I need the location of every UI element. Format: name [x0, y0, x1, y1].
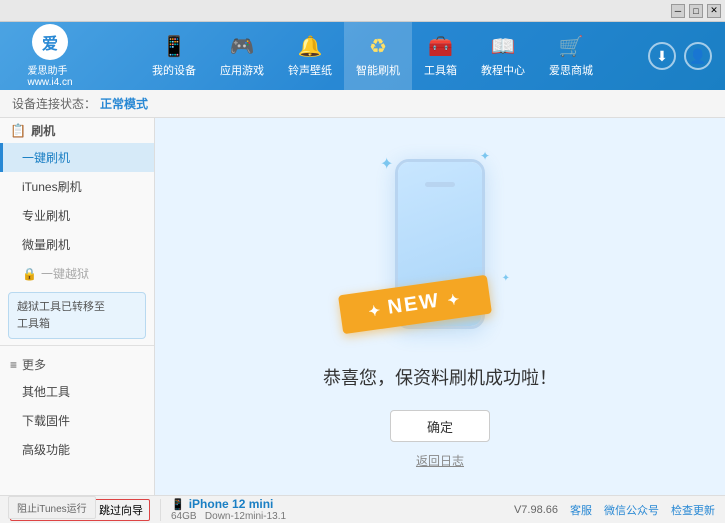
nav-item-my-device[interactable]: 📱 我的设备	[140, 22, 208, 90]
sidebar-wrapper: 📋 刷机 一键刷机 iTunes刷机 专业刷机 微量刷机 🔒 一键越狱	[0, 118, 155, 495]
phone-illustration: ✦ ✦ ✦ NEW	[360, 144, 520, 344]
check-update-link[interactable]: 检查更新	[671, 502, 715, 518]
return-link[interactable]: 返回日志	[416, 452, 464, 469]
header: 爱 爱思助手 www.i4.cn 📱 我的设备 🎮 应用游戏 🔔 铃声壁纸 ♻ …	[0, 22, 725, 90]
my-device-icon: 📱	[162, 34, 187, 59]
flash-section-icon: 📋	[10, 123, 26, 139]
status-bar: 设备连接状态： 正常模式	[0, 90, 725, 118]
sidebar-notice: 越狱工具已转移至工具箱	[8, 292, 146, 339]
content-area: ✦ ✦ ✦ NEW 恭喜您，保资料刷机成功啦！ 确定 返回日志	[155, 118, 725, 495]
device-name: iPhone 12 mini	[189, 497, 274, 511]
sidebar-item-other-tools[interactable]: 其他工具	[0, 377, 154, 406]
window-controls: ─ □ ✕	[671, 4, 721, 18]
app-games-icon: 🎮	[230, 34, 255, 59]
close-button[interactable]: ✕	[707, 4, 721, 18]
device-icon: 📱	[171, 498, 185, 511]
maximize-button[interactable]: □	[689, 4, 703, 18]
logo-icon: 爱	[32, 24, 68, 60]
nav-item-smart-flash[interactable]: ♻ 智能刷机	[344, 22, 412, 90]
minimize-button[interactable]: ─	[671, 4, 685, 18]
smart-flash-icon: ♻	[369, 34, 387, 59]
status-value: 正常模式	[100, 95, 148, 112]
success-text: 恭喜您，保资料刷机成功啦！	[323, 364, 557, 390]
sidebar-more-title: ≡ 更多	[0, 352, 154, 377]
sidebar-item-itunes-flash[interactable]: iTunes刷机	[0, 172, 154, 201]
wechat-link[interactable]: 微信公众号	[604, 502, 659, 518]
inner-layout: 📋 刷机 一键刷机 iTunes刷机 专业刷机 微量刷机 🔒 一键越狱	[0, 118, 725, 495]
tutorial-icon: 📖	[491, 34, 516, 59]
version-text: V7.98.66	[514, 504, 558, 516]
main-wrapper: 📋 刷机 一键刷机 iTunes刷机 专业刷机 微量刷机 🔒 一键越狱	[0, 118, 725, 523]
user-button[interactable]: 👤	[684, 42, 712, 70]
toolbox-icon: 🧰	[428, 34, 453, 59]
nav-item-ringtones[interactable]: 🔔 铃声壁纸	[276, 22, 344, 90]
sidebar-divider	[0, 345, 154, 346]
more-icon: ≡	[10, 358, 17, 372]
device-detail: 64GB Down-12mini-13.1	[171, 511, 286, 522]
nav-item-app-games[interactable]: 🎮 应用游戏	[208, 22, 276, 90]
confirm-button[interactable]: 确定	[390, 410, 490, 442]
sidebar-item-micro-flash[interactable]: 微量刷机	[0, 230, 154, 259]
itunes-bar: 阻止iTunes运行	[0, 492, 104, 523]
lock-icon: 🔒	[22, 267, 37, 281]
shop-icon: 🛒	[559, 34, 584, 59]
header-right: ⬇ 👤	[645, 42, 725, 70]
sidebar-item-one-click-flash[interactable]: 一键刷机	[0, 143, 154, 172]
phone-notch	[425, 182, 455, 187]
sidebar-item-jailbreak-disabled: 🔒 一键越狱	[0, 259, 154, 288]
nav-item-shop[interactable]: 🛒 爱思商城	[537, 22, 605, 90]
sidebar-item-download-firmware[interactable]: 下载固件	[0, 406, 154, 435]
nav-item-tutorial[interactable]: 📖 教程中心	[469, 22, 537, 90]
download-button[interactable]: ⬇	[648, 42, 676, 70]
ringtones-icon: 🔔	[298, 34, 323, 59]
title-bar: ─ □ ✕	[0, 0, 725, 22]
customer-service-link[interactable]: 客服	[570, 502, 592, 518]
sidebar-item-pro-flash[interactable]: 专业刷机	[0, 201, 154, 230]
itunes-button[interactable]: 阻止iTunes运行	[8, 496, 96, 519]
bottom-bar: ✓ 自动跳走 ✓ 跳过向导 📱 iPhone 12 mini 64GB Down…	[0, 495, 725, 523]
sidebar-flash-title: 📋 刷机	[0, 118, 154, 143]
sidebar: 📋 刷机 一键刷机 iTunes刷机 专业刷机 微量刷机 🔒 一键越狱	[0, 118, 154, 495]
sidebar-item-advanced[interactable]: 高级功能	[0, 435, 154, 464]
nav-bar: 📱 我的设备 🎮 应用游戏 🔔 铃声壁纸 ♻ 智能刷机 🧰 工具箱 📖 教程中心…	[100, 22, 645, 90]
logo-text: 爱思助手 www.i4.cn	[27, 62, 72, 88]
nav-item-toolbox[interactable]: 🧰 工具箱	[412, 22, 469, 90]
sparkle-icon-3: ✦	[502, 273, 510, 284]
device-info: 📱 iPhone 12 mini 64GB Down-12mini-13.1	[171, 497, 286, 522]
bottom-right: V7.98.66 客服 微信公众号 检查更新	[514, 502, 715, 518]
sparkle-icon-1: ✦	[380, 154, 393, 174]
status-label: 设备连接状态：	[12, 95, 96, 112]
sparkle-icon-2: ✦	[480, 149, 490, 163]
logo-area: 爱 爱思助手 www.i4.cn	[0, 22, 100, 90]
